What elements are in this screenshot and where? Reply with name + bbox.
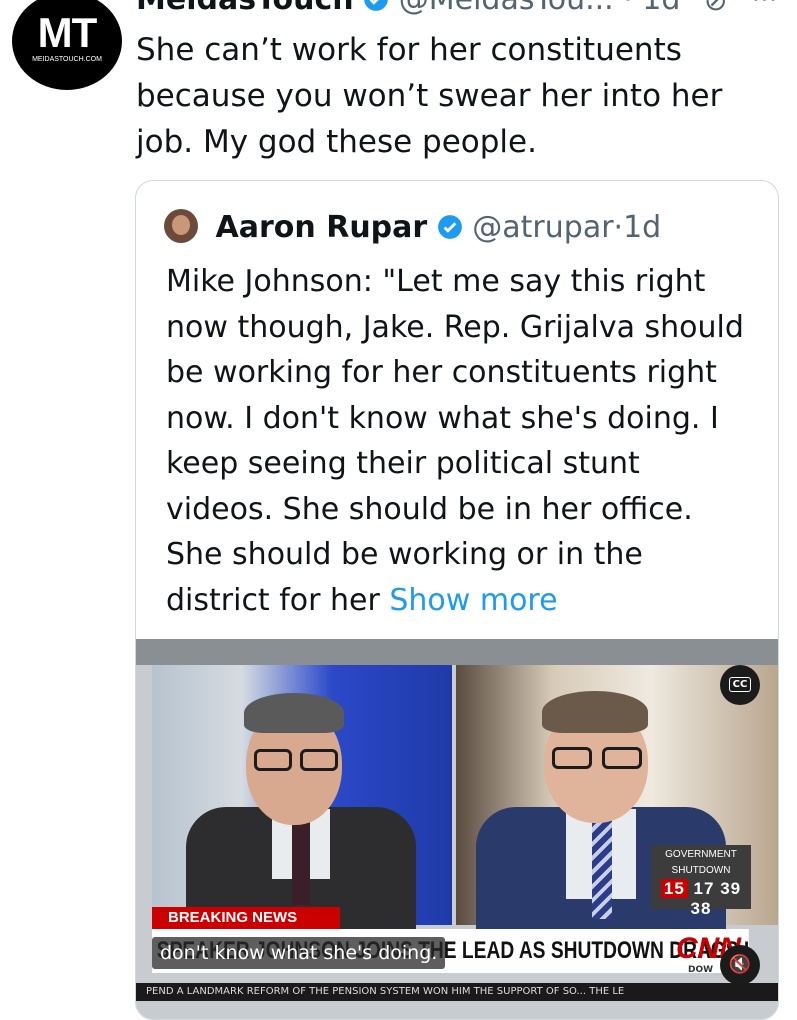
- quote-body: Mike Johnson: "Let me say this right now…: [166, 264, 744, 618]
- more-options-icon[interactable]: ···: [752, 0, 778, 14]
- quote-time[interactable]: ·1d: [614, 210, 662, 245]
- closed-captions-button[interactable]: CC: [720, 665, 760, 705]
- quoted-tweet[interactable]: Aaron Rupar @atrupar·1d Mike Johnson: "L…: [135, 180, 779, 1020]
- quote-header: Aaron Rupar @atrupar·1d: [164, 209, 661, 245]
- profile-avatar[interactable]: MT MEIDASTOUCH.COM: [12, 0, 122, 90]
- video-top-band: [136, 639, 778, 665]
- quote-text: Mike Johnson: "Let me say this right now…: [166, 259, 756, 623]
- dow-indicator: DOW: [688, 965, 714, 975]
- author-handle[interactable]: @MeidasTou...: [399, 0, 614, 17]
- news-crawl: PEND A LANDMARK REFORM OF THE PENSION SY…: [136, 983, 778, 1001]
- tweet-header: MeidasTouch @MeidasTou... · 1d: [136, 0, 680, 17]
- video-player[interactable]: CC GOVERNMENT SHUTDOWN 15 17 39 38 BREAK…: [136, 639, 778, 1019]
- verified-badge-icon: [364, 0, 389, 11]
- tweet-time[interactable]: · 1d: [623, 0, 680, 17]
- author-name[interactable]: MeidasTouch: [136, 0, 354, 17]
- tweet-text: She can’t work for her constituents beca…: [136, 32, 723, 160]
- avatar-domain: MEIDASTOUCH.COM: [32, 56, 102, 63]
- shutdown-counter: GOVERNMENT SHUTDOWN 15 17 39 38: [651, 845, 751, 918]
- avatar-initials: MT: [37, 9, 98, 56]
- quote-avatar[interactable]: [164, 209, 198, 243]
- video-caption: don't know what she's doing.: [152, 937, 446, 969]
- mute-icon[interactable]: 🔇: [720, 945, 760, 985]
- breaking-news-label: BREAKING NEWS: [152, 907, 340, 929]
- grok-icon[interactable]: ⊘: [704, 0, 727, 17]
- quote-author-name[interactable]: Aaron Rupar: [216, 210, 428, 245]
- quote-author-handle[interactable]: @atrupar: [472, 210, 613, 245]
- show-more-link[interactable]: Show more: [389, 583, 557, 618]
- shutdown-counter-values: 15 17 39 38: [651, 879, 751, 919]
- verified-badge-icon: [437, 215, 462, 239]
